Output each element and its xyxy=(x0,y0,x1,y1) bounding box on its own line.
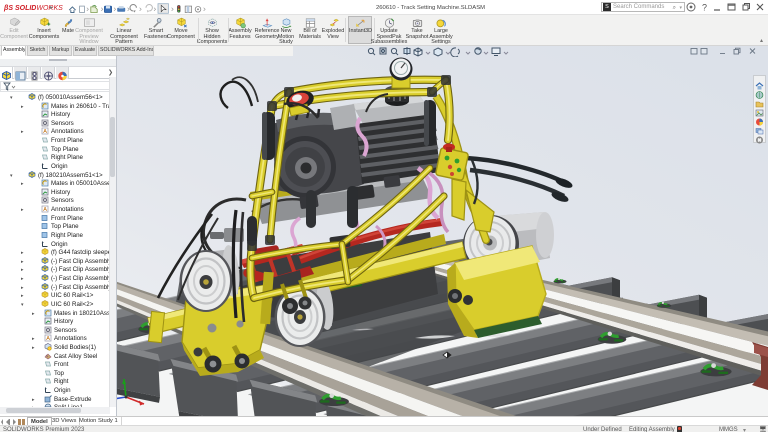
svg-text:A: A xyxy=(43,207,47,213)
svg-text:A: A xyxy=(46,336,50,342)
svg-text:A: A xyxy=(43,129,47,135)
svg-text:?: ? xyxy=(702,3,707,13)
